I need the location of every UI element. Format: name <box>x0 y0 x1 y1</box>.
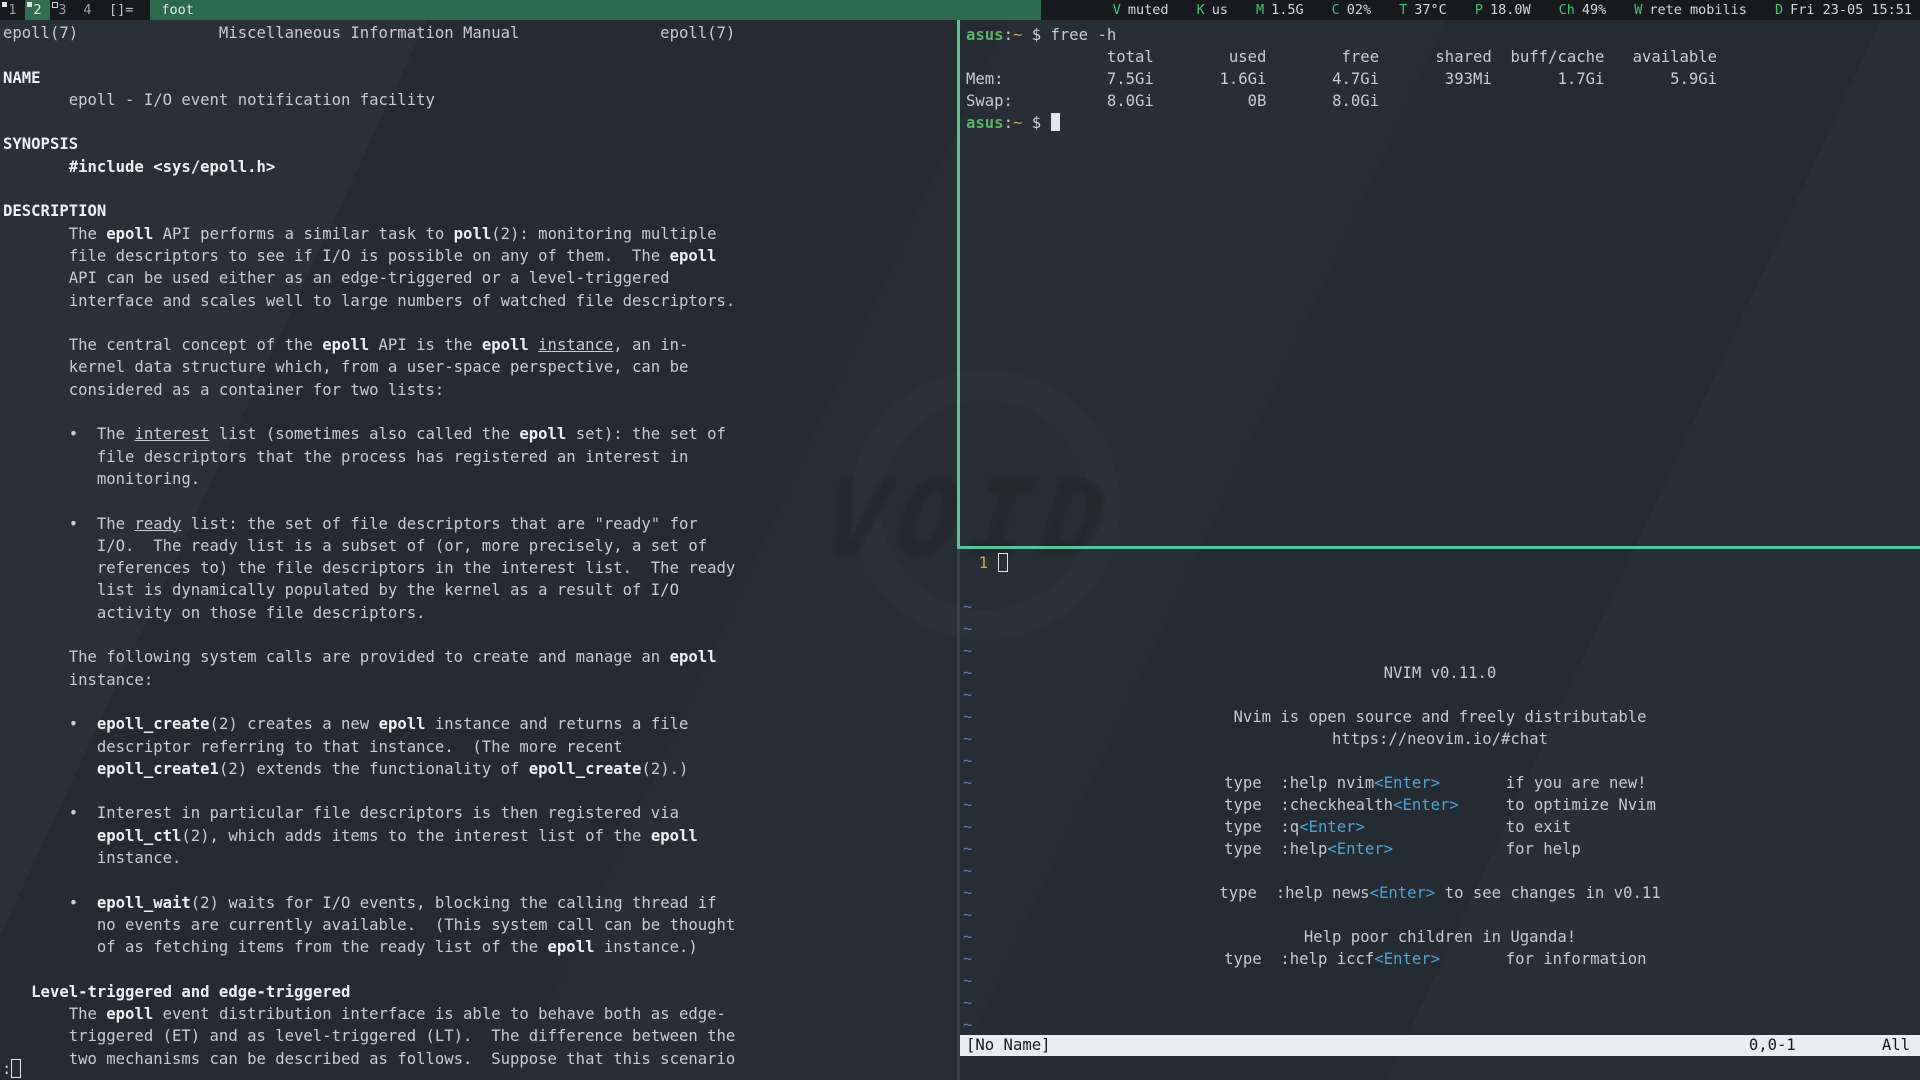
workspace-2[interactable]: 2 <box>25 0 50 20</box>
buffer-name: [No Name] <box>960 1035 1051 1056</box>
pager-prompt[interactable]: : <box>2 1059 21 1078</box>
line-number: 1 <box>960 554 998 572</box>
neovim-pane[interactable]: 1 ~ ~ ~ ~ ~ ~ ~ ~ ~ ~ ~ ~ ~ ~ ~ ~ ~ ~ ~ … <box>960 549 1920 1080</box>
status-value: 18.0W <box>1490 2 1531 18</box>
status-value: 37°C <box>1414 2 1447 18</box>
unfocused-border <box>957 549 960 1080</box>
status-value: rete mobilis <box>1649 2 1747 18</box>
status-D: D Fri 23-05 15:51 <box>1775 0 1912 20</box>
status-key: Ch <box>1559 2 1575 18</box>
pager-cursor <box>11 1059 21 1078</box>
manpage-text: epoll(7) Miscellaneous Information Manua… <box>0 20 957 1070</box>
workspace-3[interactable]: 3 <box>50 0 75 20</box>
shell-output: asus:~ $ free -h total used free shared … <box>960 20 1920 134</box>
status-key: V <box>1113 2 1121 18</box>
status-P: P 18.0W <box>1475 0 1531 20</box>
focused-border-left <box>957 20 960 549</box>
status-key: W <box>1634 2 1642 18</box>
workspace-label: 1 <box>8 2 16 18</box>
status-key: D <box>1775 2 1783 18</box>
workspace-4[interactable]: 4 <box>75 0 100 20</box>
status-value: 1.5G <box>1271 2 1304 18</box>
status-key: T <box>1399 2 1407 18</box>
terminal-shell-pane[interactable]: asus:~ $ free -h total used free shared … <box>960 20 1920 546</box>
status-value: muted <box>1128 2 1169 18</box>
workspace-label: 3 <box>58 2 66 18</box>
nvim-splash: NVIM v0.11.0 Nvim is open source and fre… <box>960 662 1920 970</box>
nvim-cmdline <box>960 1056 1920 1080</box>
status-key: C <box>1332 2 1340 18</box>
status-bar: 1 2 3 4 []= foot Vmuted Kus M 1.5G C 02% T 37°C P 18… <box>0 0 1920 20</box>
workspace-label: 2 <box>33 2 41 18</box>
status-key: P <box>1475 2 1483 18</box>
nvim-statusline: [No Name] 0,0-1 All <box>960 1035 1920 1056</box>
workspace-marker-icon <box>2 2 7 7</box>
status-value: 02% <box>1347 2 1371 18</box>
workspace-1[interactable]: 1 <box>0 0 25 20</box>
pager-colon: : <box>2 1060 11 1078</box>
focused-window-title: foot <box>150 0 1040 20</box>
workspace-label: 4 <box>83 2 91 18</box>
status-K: Kus <box>1197 0 1228 20</box>
status-value: 49% <box>1582 2 1606 18</box>
status-W: Wrete mobilis <box>1634 0 1747 20</box>
nvim-cursor <box>998 553 1008 572</box>
status-Ch: Ch 49% <box>1559 0 1607 20</box>
layout-symbol[interactable]: []= <box>100 0 142 20</box>
status-modules: Vmuted Kus M 1.5G C 02% T 37°C P 18.0W Ch 49% Wrete … <box>1041 0 1920 20</box>
status-C: C 02% <box>1332 0 1372 20</box>
terminal-manpage-pane[interactable]: epoll(7) Miscellaneous Information Manua… <box>0 20 957 1080</box>
desktop: { "wallpaper": { "logo_text": "VOID" }, … <box>0 0 1920 1080</box>
focused-border-bottom <box>957 546 1920 549</box>
status-key: M <box>1256 2 1264 18</box>
workspace-marker-icon <box>52 2 58 8</box>
status-value: us <box>1212 2 1228 18</box>
status-T: T 37°C <box>1399 0 1447 20</box>
status-value: Fri 23-05 15:51 <box>1790 2 1912 18</box>
status-key: K <box>1197 2 1205 18</box>
workspace-list: 1 2 3 4 <box>0 0 100 20</box>
ruler-position: 0,0-1 <box>1749 1035 1796 1056</box>
workspace-marker-icon <box>27 2 32 7</box>
nvim-buffer-line1: 1 <box>960 549 1920 574</box>
status-M: M 1.5G <box>1256 0 1304 20</box>
status-V: Vmuted <box>1113 0 1169 20</box>
scroll-indicator: All <box>1882 1035 1910 1056</box>
